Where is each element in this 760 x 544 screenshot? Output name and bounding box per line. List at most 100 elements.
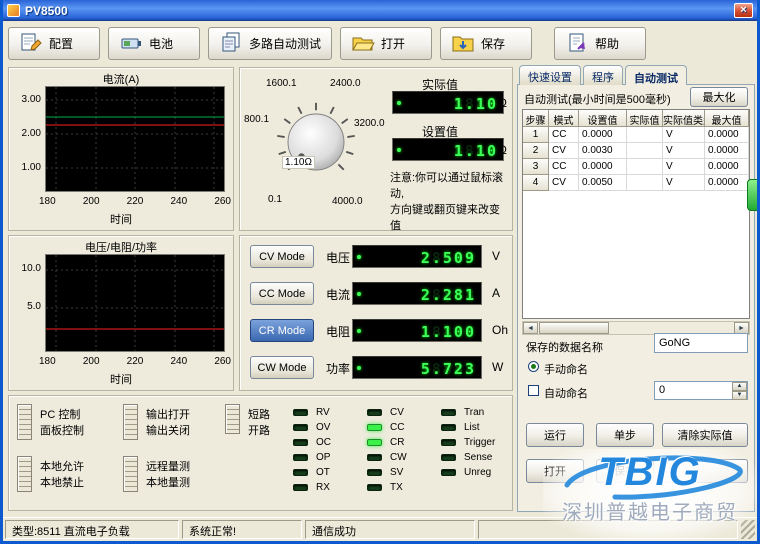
cell-max[interactable]: 0.0000	[705, 159, 749, 175]
cell-set[interactable]: 0.0000	[579, 127, 627, 143]
cell-set[interactable]: 0.0030	[579, 143, 627, 159]
cell-set[interactable]: 0.0050	[579, 175, 627, 191]
tab-quick-settings[interactable]: 快速设置	[519, 65, 581, 85]
close-button[interactable]: ×	[734, 3, 753, 18]
measure-source-toggle[interactable]	[123, 456, 138, 492]
floating-edge-badge[interactable]	[747, 179, 757, 211]
maximize-button[interactable]: 最大化	[690, 87, 748, 107]
covered-button[interactable]	[662, 459, 748, 483]
main-content: 配置 电池 多路自动测试 打开 保存 帮助 电流(A) 3.00 2.00 1.…	[3, 21, 757, 541]
ov-led	[293, 423, 308, 431]
output-toggle[interactable]	[123, 404, 138, 440]
cell-mode[interactable]: CV	[549, 143, 579, 159]
resistance-knob[interactable]	[260, 86, 372, 198]
led-item: List	[441, 422, 495, 433]
cr-mode-button[interactable]: CR Mode	[250, 319, 314, 342]
auto-name-label: 自动命名	[544, 388, 588, 400]
x-tick: 180	[39, 356, 56, 367]
cell-actual[interactable]	[627, 159, 663, 175]
current-chart-title: 电流(A)	[102, 74, 140, 86]
power-display: 8888 5.723	[352, 356, 482, 379]
window-title: PV8500	[25, 3, 68, 18]
seg-value: 1.10	[453, 142, 498, 160]
y-tick: 10.0	[21, 263, 41, 274]
x-tick: 200	[82, 356, 100, 367]
current-chart-grid	[46, 87, 224, 191]
auto-name-checkbox[interactable]	[528, 385, 539, 396]
cell-type[interactable]: V	[663, 175, 705, 191]
current-chart-panel: 电流(A) 3.00 2.00 1.00 180 200 220 240 260…	[8, 67, 234, 231]
save-name-input[interactable]	[654, 333, 748, 353]
cell-max[interactable]: 0.0000	[705, 175, 749, 191]
cc-mode-button[interactable]: CC Mode	[250, 282, 314, 305]
help-button[interactable]: 帮助	[554, 26, 647, 60]
resistance-unit: Oh	[492, 323, 509, 337]
battery-button[interactable]: 电池	[108, 26, 200, 60]
ot-led-label: OT	[316, 466, 330, 478]
cell-set[interactable]: 0.0000	[579, 159, 627, 175]
cv-mode-button[interactable]: CV Mode	[250, 245, 314, 268]
cell-max[interactable]: 0.0000	[705, 127, 749, 143]
spinner-value[interactable]: 0	[655, 382, 732, 399]
scroll-thumb[interactable]	[539, 322, 609, 334]
cell-mode[interactable]: CC	[549, 127, 579, 143]
clear-actual-button[interactable]: 清除实际值	[662, 423, 748, 447]
cell-type[interactable]: V	[663, 159, 705, 175]
cell-step[interactable]: 1	[523, 127, 549, 143]
open-circuit-label: 开路	[248, 425, 270, 437]
cell-type[interactable]: V	[663, 143, 705, 159]
cell-type[interactable]: V	[663, 127, 705, 143]
single-step-button[interactable]: 单步	[596, 423, 654, 447]
manual-name-radio[interactable]	[528, 361, 539, 372]
open-button[interactable]: 打开	[340, 26, 433, 60]
scroll-left-arrow[interactable]: ◄	[523, 322, 538, 334]
current-chart-plot	[45, 86, 225, 192]
cell-actual[interactable]	[627, 143, 663, 159]
multi-auto-test-button-label: 多路自动测试	[249, 36, 322, 51]
current-unit: A	[492, 286, 501, 300]
tab-program[interactable]: 程序	[583, 65, 623, 85]
resize-grip[interactable]	[741, 520, 755, 539]
tab-auto-test[interactable]: 自动测试	[625, 65, 687, 85]
spin-down-arrow[interactable]: ▼	[732, 391, 747, 400]
local-enable-toggle[interactable]	[17, 456, 32, 492]
spin-up-arrow[interactable]: ▲	[732, 382, 747, 391]
run-button[interactable]: 运行	[526, 423, 584, 447]
cell-step[interactable]: 2	[523, 143, 549, 159]
sv-led-label: SV	[390, 466, 404, 478]
trigger-led-label: Trigger	[464, 436, 496, 448]
x-tick: 240	[170, 196, 188, 207]
voltage-label: 电压	[326, 251, 351, 265]
multi-auto-test-button[interactable]: 多路自动测试	[208, 26, 333, 60]
cell-max[interactable]: 0.0000	[705, 143, 749, 159]
power-unit: W	[492, 360, 504, 374]
open-file-button[interactable]: 打开	[526, 459, 584, 483]
save-button[interactable]: 保存	[440, 26, 533, 60]
auto-name-spinner[interactable]: 0 ▲ ▼	[654, 381, 748, 400]
knob-scale-3200: 3200.0	[354, 118, 385, 129]
toggle-labels: PC 控制 面板控制	[40, 404, 84, 440]
knob-area: 1600.1 2400.0 800.1 3200.0 0.1 4000.0 1.…	[242, 70, 390, 228]
short-open-toggle[interactable]	[225, 404, 240, 434]
config-button[interactable]: 配置	[8, 26, 100, 60]
cell-actual[interactable]	[627, 127, 663, 143]
power-label: 功率	[326, 362, 351, 376]
cw-mode-button[interactable]: CW Mode	[250, 356, 314, 379]
manual-name-label: 手动命名	[544, 364, 588, 376]
cell-mode[interactable]: CC	[549, 159, 579, 175]
pc-panel-toggle[interactable]	[17, 404, 32, 440]
output-on-label: 输出打开	[146, 409, 190, 421]
cell-step[interactable]: 3	[523, 159, 549, 175]
tx-led	[367, 483, 382, 491]
save-file-button[interactable]: 保存	[596, 459, 654, 483]
cell-mode[interactable]: CV	[549, 175, 579, 191]
col-header-step: 步骤	[523, 110, 549, 127]
cell-actual[interactable]	[627, 175, 663, 191]
table-row: 4 CV 0.0050 V 0.0000	[523, 175, 749, 191]
status-comm: 通信成功	[305, 520, 475, 539]
op-led	[293, 453, 308, 461]
led-item: Trigger	[441, 436, 496, 448]
auto-test-tab-page: 自动测试(最小时间是500毫秒) 最大化 步骤 模式 设置值 实际值 实际值类型…	[517, 84, 755, 512]
cell-step[interactable]: 4	[523, 175, 549, 191]
measure-source-group: 远程量测 本地量测	[123, 456, 190, 492]
